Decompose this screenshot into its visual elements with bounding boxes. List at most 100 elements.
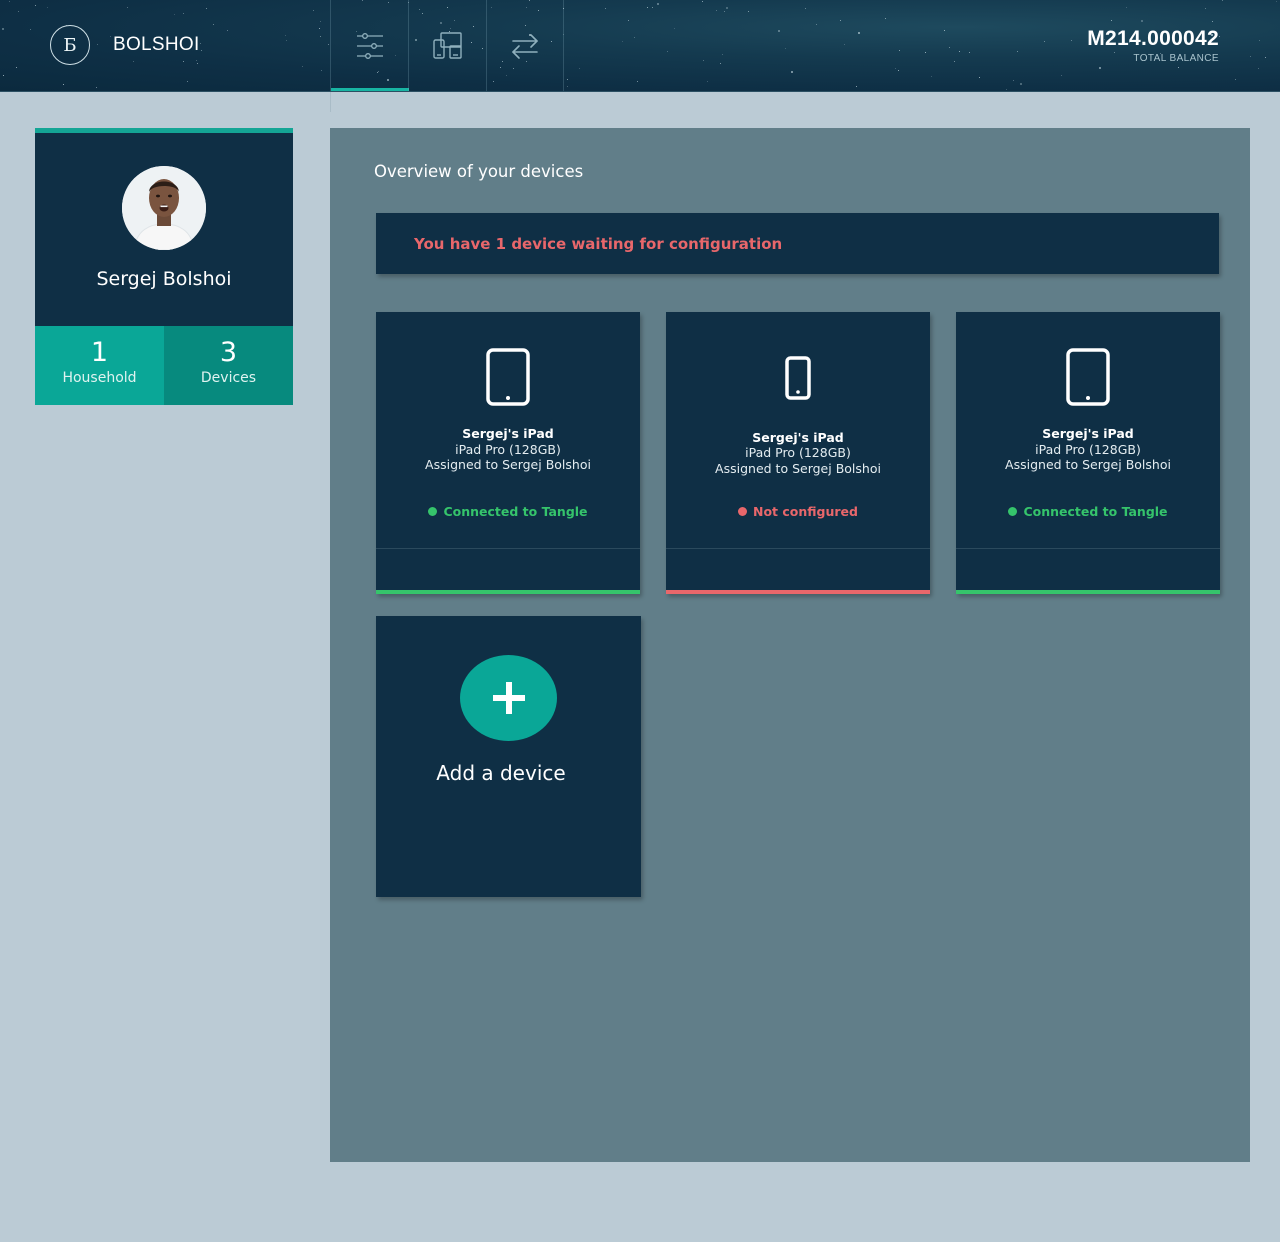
- device-status: Not configured: [666, 504, 930, 519]
- tablet-icon: [1066, 348, 1110, 406]
- household-label: Household: [62, 370, 137, 386]
- active-tab-indicator: [331, 88, 409, 91]
- star-dot: [1111, 20, 1112, 21]
- star-dot: [969, 52, 970, 53]
- tab-transfers[interactable]: [486, 0, 564, 91]
- star-dot: [286, 40, 287, 41]
- tablet-icon: [486, 348, 530, 406]
- total-balance-label: TOTAL BALANCE: [1133, 53, 1219, 64]
- star-dot: [931, 76, 932, 77]
- device-status-text: Connected to Tangle: [443, 504, 588, 519]
- star-dot: [1259, 40, 1260, 41]
- device-status: Connected to Tangle: [956, 504, 1220, 519]
- star-dot: [96, 87, 97, 88]
- profile-name: Sergej Bolshoi: [96, 268, 232, 290]
- device-card[interactable]: Sergej's iPad iPad Pro (128GB) Assigned …: [666, 312, 930, 594]
- device-card[interactable]: Sergej's iPad iPad Pro (128GB) Assigned …: [376, 312, 640, 594]
- star-dot: [201, 50, 202, 51]
- star-dot: [1205, 8, 1206, 9]
- card-divider: [956, 548, 1220, 549]
- add-device-button[interactable]: [460, 655, 557, 741]
- star-dot: [63, 84, 64, 85]
- add-device-card[interactable]: Add a device: [376, 616, 641, 897]
- star-dot: [856, 86, 857, 87]
- star-dot: [748, 11, 749, 12]
- profile-card: Sergej Bolshoi 1 Household 3 Devices: [35, 128, 293, 405]
- star-dot: [726, 7, 728, 9]
- star-dot: [703, 60, 704, 61]
- device-status: Connected to Tangle: [376, 504, 640, 519]
- star-dot: [674, 28, 675, 29]
- brand-name: BOLSHOI: [113, 34, 200, 55]
- devices-panel: Overview of your devices You have 1 devi…: [330, 128, 1250, 1162]
- star-dot: [213, 24, 214, 25]
- star-dot: [805, 8, 806, 9]
- status-dot: [738, 507, 747, 516]
- devices-stat[interactable]: 3 Devices: [164, 326, 293, 405]
- star-dot: [702, 1, 703, 2]
- household-count: 1: [90, 337, 109, 368]
- star-dot: [944, 30, 945, 31]
- star-dot: [18, 11, 19, 12]
- star-dot: [187, 81, 188, 82]
- device-model: iPad Pro (128GB): [455, 442, 561, 457]
- star-dot: [197, 63, 198, 64]
- card-divider: [376, 548, 640, 549]
- star-dot: [320, 21, 321, 22]
- star-dot: [885, 18, 886, 19]
- device-icon-wrap: [376, 348, 640, 406]
- star-dot: [1061, 75, 1062, 76]
- star-dot: [844, 44, 845, 45]
- tab-devices[interactable]: [408, 0, 486, 91]
- star-dot: [328, 44, 329, 45]
- device-icon-wrap: [956, 348, 1220, 406]
- devices-count: 3: [219, 337, 238, 368]
- brand-logo[interactable]: Б: [50, 25, 90, 65]
- status-dot: [428, 507, 438, 516]
- star-dot: [1114, 52, 1115, 53]
- star-dot: [313, 10, 314, 11]
- star-dot: [174, 14, 175, 15]
- star-dot: [791, 71, 793, 73]
- star-dot: [3, 75, 4, 76]
- device-card[interactable]: Sergej's iPad iPad Pro (128GB) Assigned …: [956, 312, 1220, 594]
- star-dot: [302, 66, 303, 67]
- star-dot: [949, 47, 950, 48]
- alert-text: You have 1 device waiting for configurat…: [414, 235, 783, 253]
- star-dot: [647, 7, 648, 8]
- star-dot: [716, 10, 717, 11]
- avatar[interactable]: [122, 166, 206, 250]
- devices-label: Devices: [200, 370, 257, 386]
- star-dot: [285, 35, 286, 36]
- device-name: Sergej's iPad: [1042, 426, 1134, 441]
- star-dot: [16, 67, 17, 68]
- star-dot: [127, 7, 128, 8]
- star-dot: [1258, 68, 1259, 69]
- star-dot: [1178, 67, 1179, 68]
- status-dot: [1008, 507, 1018, 516]
- star-dot: [1099, 67, 1101, 69]
- device-assignee: Assigned to Sergej Bolshoi: [715, 461, 881, 476]
- settings-sliders-icon: [356, 33, 383, 59]
- device-model: iPad Pro (128GB): [1035, 442, 1141, 457]
- star-dot: [1235, 79, 1236, 80]
- device-icon-wrap: [666, 356, 930, 400]
- star-dot: [319, 28, 320, 29]
- total-balance-amount: M214.000042: [1087, 27, 1219, 50]
- household-stat[interactable]: 1 Household: [35, 326, 164, 405]
- star-dot: [47, 7, 48, 8]
- star-dot: [722, 54, 723, 55]
- page-title: Overview of your devices: [374, 162, 584, 181]
- star-dot: [1071, 40, 1072, 41]
- star-dot: [1250, 56, 1251, 57]
- star-dot: [605, 8, 606, 9]
- configuration-alert[interactable]: You have 1 device waiting for configurat…: [376, 213, 1219, 274]
- tab-settings[interactable]: [330, 0, 409, 91]
- star-dot: [637, 81, 638, 82]
- device-status-text: Connected to Tangle: [1023, 504, 1168, 519]
- star-dot: [1044, 41, 1045, 42]
- star-dot: [35, 5, 36, 6]
- star-dot: [959, 51, 960, 52]
- star-dot: [2, 28, 4, 30]
- star-dot: [206, 8, 207, 9]
